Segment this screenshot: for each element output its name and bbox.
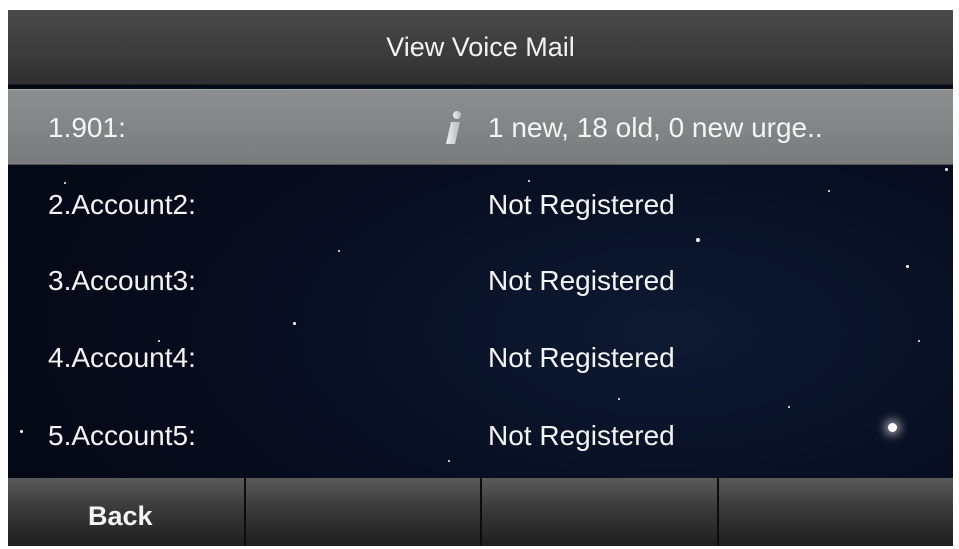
- voicemail-row-5[interactable]: 5.Account5: Not Registered: [8, 398, 953, 473]
- page-title: View Voice Mail: [8, 10, 953, 85]
- account-label: 5.Account5:: [48, 420, 196, 451]
- account-label: 1.901:: [48, 112, 126, 143]
- voicemail-status: Not Registered: [488, 265, 675, 296]
- voicemail-row-3[interactable]: 3.Account3: Not Registered: [8, 243, 953, 318]
- voicemail-row-4[interactable]: 4.Account4: Not Registered: [8, 320, 953, 395]
- softkey-2[interactable]: [246, 478, 483, 546]
- info-icon: [446, 111, 461, 144]
- softkey-4[interactable]: [718, 478, 953, 546]
- softkey-bar: Back: [8, 478, 953, 546]
- account-label: 3.Account3:: [48, 265, 196, 296]
- voicemail-row-2[interactable]: 2.Account2: Not Registered: [8, 167, 953, 242]
- phone-screen: View Voice Mail 1.901: 1 new, 18 old, 0 …: [8, 10, 953, 546]
- voicemail-row-1[interactable]: 1.901: 1 new, 18 old, 0 new urge..: [8, 89, 953, 165]
- voicemail-status: 1 new, 18 old, 0 new urge..: [488, 112, 823, 143]
- voicemail-status: Not Registered: [488, 189, 675, 220]
- account-label: 4.Account4:: [48, 342, 196, 373]
- voicemail-status: Not Registered: [488, 342, 675, 373]
- account-label: 2.Account2:: [48, 189, 196, 220]
- softkey-3[interactable]: [482, 478, 719, 546]
- back-softkey[interactable]: Back: [8, 478, 246, 546]
- voicemail-status: Not Registered: [488, 420, 675, 451]
